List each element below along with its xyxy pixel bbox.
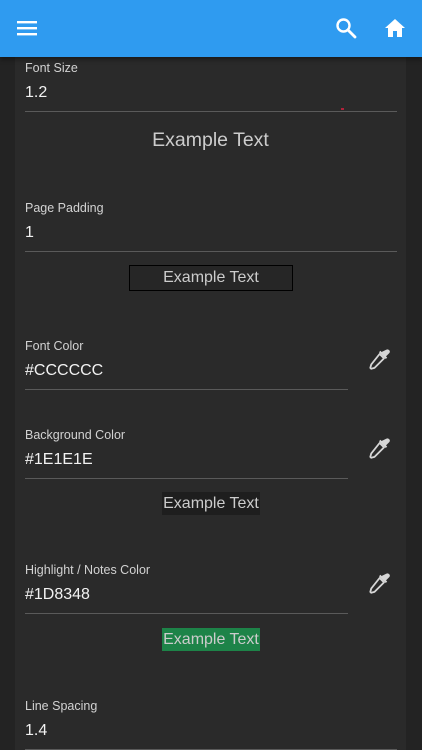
line-spacing-field[interactable]: Line Spacing 1.4 (25, 698, 397, 750)
page-padding-underline (25, 251, 397, 252)
font-size-example-text: Example Text (152, 129, 269, 151)
home-icon[interactable] (381, 14, 409, 42)
background-color-underline (25, 478, 348, 479)
font-color-label: Font Color (25, 339, 84, 353)
eyedropper-icon[interactable] (367, 436, 391, 460)
font-color-underline (25, 389, 348, 390)
font-color-input[interactable]: #CCCCCC (25, 361, 348, 381)
eyedropper-icon[interactable] (367, 571, 391, 595)
page-padding-field[interactable]: Page Padding 1 (25, 200, 397, 252)
background-color-example-text: Example Text (162, 492, 260, 515)
line-spacing-input[interactable]: 1.4 (25, 721, 397, 741)
font-size-underline (25, 111, 397, 112)
font-size-label: Font Size (25, 61, 78, 75)
highlight-color-label: Highlight / Notes Color (25, 563, 151, 577)
background-color-label: Background Color (25, 428, 126, 442)
highlight-color-field[interactable]: Highlight / Notes Color #1D8348 (25, 562, 348, 614)
page-padding-label: Page Padding (25, 201, 104, 215)
app-bar (0, 0, 422, 57)
settings-panel: Font Size 1.2 Example Text Page Padding … (15, 57, 406, 750)
page-padding-input[interactable]: 1 (25, 223, 397, 243)
highlight-color-example-text: Example Text (162, 628, 260, 651)
page-padding-example-text: Example Text (129, 265, 293, 291)
highlight-color-underline (25, 613, 348, 614)
search-icon[interactable] (332, 14, 360, 42)
font-size-field[interactable]: Font Size 1.2 (25, 60, 397, 112)
font-color-field[interactable]: Font Color #CCCCCC (25, 338, 348, 390)
highlight-color-input[interactable]: #1D8348 (25, 585, 348, 605)
background-color-input[interactable]: #1E1E1E (25, 450, 348, 470)
hamburger-menu-icon[interactable] (13, 14, 41, 42)
background-color-field[interactable]: Background Color #1E1E1E (25, 427, 348, 479)
decorative-mark (341, 108, 344, 110)
line-spacing-label: Line Spacing (25, 699, 98, 713)
eyedropper-icon[interactable] (367, 347, 391, 371)
font-size-input[interactable]: 1.2 (25, 83, 397, 103)
